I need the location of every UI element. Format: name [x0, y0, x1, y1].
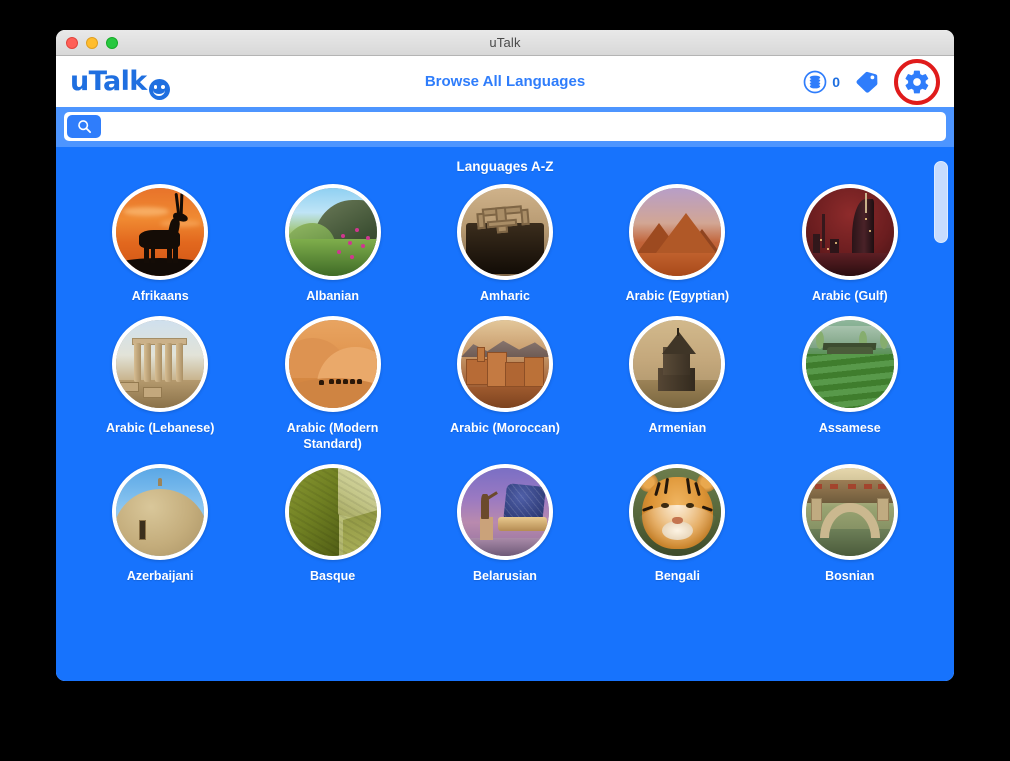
search-strip	[56, 107, 954, 147]
language-artwork	[116, 467, 205, 556]
language-thumbnail	[629, 316, 726, 413]
language-tile[interactable]: Basque	[246, 463, 418, 584]
language-artwork	[288, 320, 377, 409]
language-thumbnail	[801, 184, 898, 280]
language-tile[interactable]: Azerbaijani	[74, 463, 246, 584]
language-label: Basque	[310, 568, 356, 583]
language-label: Arabic (Modern Standard)	[286, 421, 379, 451]
language-label: Bengali	[654, 568, 700, 583]
app-window: uTalk uTalk Browse All Languages 0 Langu…	[56, 30, 954, 681]
language-label: Arabic (Moroccan)	[450, 421, 560, 436]
language-label: Arabic (Lebanese)	[106, 421, 215, 436]
window-titlebar: uTalk	[56, 30, 954, 56]
language-tile[interactable]: Amharic	[419, 184, 591, 304]
app-header: uTalk Browse All Languages 0	[56, 56, 954, 107]
language-thumbnail	[456, 316, 553, 413]
window-title: uTalk	[489, 35, 521, 50]
language-grid: Afrikaans Albanian Amharic Arabic (Egyptian…	[56, 180, 954, 584]
language-tile[interactable]: Bosnian	[764, 463, 936, 584]
search-input[interactable]	[101, 115, 943, 138]
language-label: Azerbaijani	[126, 568, 194, 583]
language-thumbnail	[456, 184, 553, 280]
window-traffic-lights	[66, 37, 118, 49]
language-thumbnail	[629, 463, 726, 560]
language-artwork	[460, 320, 549, 409]
credits-count: 0	[832, 73, 840, 90]
language-tile[interactable]: Armenian	[591, 316, 763, 452]
coins-icon	[803, 70, 827, 94]
language-artwork	[288, 467, 377, 556]
smiley-icon	[148, 79, 170, 100]
language-artwork	[288, 188, 377, 276]
language-label: Albanian	[306, 289, 359, 303]
language-thumbnail	[112, 316, 209, 413]
settings-button[interactable]	[894, 58, 940, 105]
maximize-window-button[interactable]	[106, 37, 118, 49]
language-tile[interactable]: Albanian	[246, 184, 418, 304]
language-artwork	[116, 320, 205, 409]
language-thumbnail	[629, 184, 726, 280]
search-icon	[77, 120, 91, 134]
language-label: Bosnian	[825, 568, 875, 583]
language-browser: Languages A-Z Afrikaans Albanian Amharic Ar…	[56, 147, 954, 681]
language-label: Armenian	[648, 421, 707, 436]
language-artwork	[460, 467, 549, 556]
brand-wordmark: uTalk	[70, 66, 147, 97]
search-bar	[64, 112, 946, 141]
language-label: Assamese	[818, 421, 881, 436]
language-tile[interactable]: Arabic (Gulf)	[764, 184, 936, 304]
language-thumbnail	[456, 463, 553, 560]
scrollbar-thumb[interactable]	[934, 161, 948, 243]
language-artwork	[805, 320, 894, 409]
language-tile[interactable]: Afrikaans	[74, 184, 246, 304]
language-tile[interactable]: Assamese	[764, 316, 936, 452]
language-label: Arabic (Gulf)	[811, 289, 888, 303]
section-title: Languages A-Z	[456, 159, 554, 174]
language-label: Afrikaans	[131, 289, 189, 303]
language-label: Belarusian	[473, 568, 537, 583]
language-thumbnail	[284, 463, 381, 560]
language-tile[interactable]: Bengali	[591, 463, 763, 584]
language-tile[interactable]: Arabic (Modern Standard)	[246, 316, 418, 452]
language-tile[interactable]: Belarusian	[419, 463, 591, 584]
language-artwork	[633, 320, 722, 409]
minimize-window-button[interactable]	[86, 37, 98, 49]
language-thumbnail	[801, 316, 898, 413]
language-label: Amharic	[479, 289, 530, 303]
language-artwork	[805, 467, 894, 556]
language-thumbnail	[284, 316, 381, 413]
language-tile[interactable]: Arabic (Moroccan)	[419, 316, 591, 452]
language-thumbnail	[801, 463, 898, 560]
header-actions: 0	[803, 58, 940, 105]
language-artwork	[633, 188, 722, 276]
close-window-button[interactable]	[66, 37, 78, 49]
language-artwork	[633, 467, 722, 556]
language-artwork	[460, 188, 549, 276]
utalk-logo[interactable]: uTalk	[70, 66, 170, 100]
language-thumbnail	[112, 463, 209, 560]
language-label: Arabic (Egyptian)	[625, 289, 730, 303]
language-tile[interactable]: Arabic (Lebanese)	[74, 316, 246, 452]
language-thumbnail	[284, 184, 381, 280]
search-button[interactable]	[67, 115, 101, 138]
gear-icon	[905, 70, 929, 93]
language-thumbnail	[112, 184, 209, 280]
language-tile[interactable]: Arabic (Egyptian)	[591, 184, 763, 304]
tag-icon[interactable]	[854, 70, 880, 94]
language-artwork	[116, 188, 205, 276]
credits-indicator[interactable]: 0	[803, 70, 840, 94]
language-artwork	[805, 188, 894, 276]
scrollbar-track[interactable]	[934, 157, 948, 677]
